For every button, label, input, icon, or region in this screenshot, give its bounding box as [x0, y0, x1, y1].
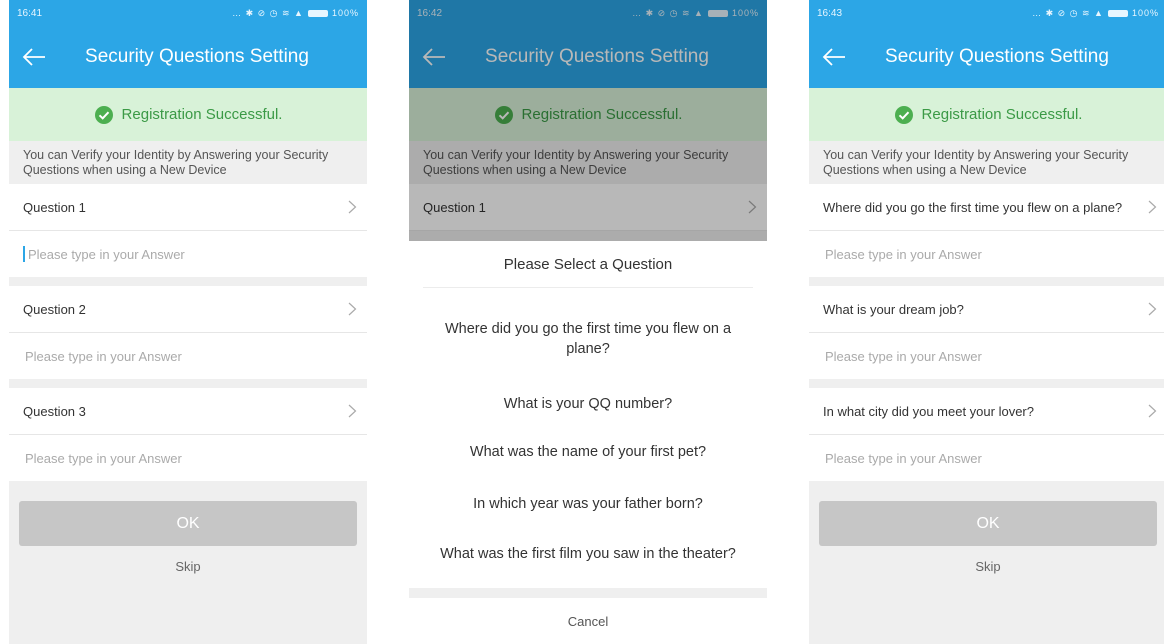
- skip-link[interactable]: Skip: [9, 559, 367, 574]
- chevron-right-icon: [748, 200, 757, 214]
- status-icons: … ✱ ⊘ ◷ ≋ ▲: [232, 7, 304, 18]
- answer-1-field[interactable]: [809, 231, 1164, 277]
- answer-2-field[interactable]: [9, 333, 367, 379]
- question-1-selector[interactable]: Question 1: [409, 184, 767, 231]
- battery-level: 100%: [731, 8, 759, 18]
- answer-2-field[interactable]: [809, 333, 1164, 379]
- question-label: What is your dream job?: [823, 301, 964, 317]
- app-bar: Security Questions Setting: [809, 26, 1164, 88]
- option-father-born[interactable]: In which year was your father born?: [409, 494, 767, 514]
- battery-icon: [1107, 9, 1128, 17]
- question-1-selector[interactable]: Question 1: [9, 184, 367, 231]
- ok-button[interactable]: OK: [19, 501, 357, 546]
- phone-screen-3: 16:43 … ✱ ⊘ ◷ ≋ ▲ 100% Security Question…: [809, 0, 1164, 644]
- battery-icon: [707, 9, 728, 17]
- phone-screen-1: 16:41 … ✱ ⊘ ◷ ≋ ▲ 100% Security Question…: [9, 0, 367, 644]
- chevron-right-icon: [1148, 302, 1157, 316]
- success-banner: Registration Successful.: [9, 88, 367, 141]
- status-bar: 16:41 … ✱ ⊘ ◷ ≋ ▲ 100%: [9, 0, 367, 26]
- question-label: Question 1: [423, 199, 486, 215]
- info-text: You can Verify your Identity by Answerin…: [423, 148, 729, 177]
- skip-link[interactable]: Skip: [809, 559, 1164, 574]
- question-picker-sheet: Please Select a Question Where did you g…: [409, 241, 767, 644]
- answer-1-input[interactable]: [823, 245, 1153, 263]
- page-title: Security Questions Setting: [485, 46, 709, 67]
- chevron-right-icon: [348, 200, 357, 214]
- option-first-film[interactable]: What was the first film you saw in the t…: [409, 544, 767, 564]
- option-qq-number[interactable]: What is your QQ number?: [409, 394, 767, 414]
- ok-button[interactable]: OK: [819, 501, 1157, 546]
- success-banner: Registration Successful.: [809, 88, 1164, 141]
- status-bar: 16:42 … ✱ ⊘ ◷ ≋ ▲ 100%: [409, 0, 767, 26]
- info-text: You can Verify your Identity by Answerin…: [823, 148, 1129, 177]
- text-cursor: [23, 246, 25, 262]
- battery-icon: [307, 9, 328, 17]
- page-title: Security Questions Setting: [885, 46, 1109, 67]
- battery-level: 100%: [331, 8, 359, 18]
- back-arrow-icon[interactable]: [819, 42, 849, 72]
- chevron-right-icon: [348, 302, 357, 316]
- question-1-selector[interactable]: Where did you go the first time you flew…: [809, 184, 1164, 231]
- check-circle-icon: [494, 105, 513, 124]
- status-time: 16:43: [817, 7, 843, 19]
- answer-3-input[interactable]: [23, 449, 353, 467]
- question-label: Question 1: [23, 199, 86, 215]
- answer-2-input[interactable]: [23, 347, 353, 365]
- status-bar: 16:43 … ✱ ⊘ ◷ ≋ ▲ 100%: [809, 0, 1164, 26]
- question-label: Where did you go the first time you flew…: [823, 199, 1123, 215]
- chevron-right-icon: [1148, 200, 1157, 214]
- option-first-pet[interactable]: What was the name of your first pet?: [409, 442, 767, 462]
- success-banner: Registration Successful.: [409, 88, 767, 141]
- phone-screen-2: 16:42 … ✱ ⊘ ◷ ≋ ▲ 100% Security Question…: [409, 0, 767, 644]
- back-arrow-icon[interactable]: [19, 42, 49, 72]
- status-icons: … ✱ ⊘ ◷ ≋ ▲: [1032, 7, 1104, 18]
- answer-2-input[interactable]: [823, 347, 1153, 365]
- question-2-selector[interactable]: Question 2: [9, 286, 367, 333]
- battery-level: 100%: [1131, 8, 1159, 18]
- chevron-right-icon: [1148, 404, 1157, 418]
- success-message: Registration Successful.: [121, 106, 283, 123]
- answer-3-field[interactable]: [809, 435, 1164, 481]
- option-first-flight[interactable]: Where did you go the first time you flew…: [409, 319, 767, 359]
- question-3-selector[interactable]: Question 3: [9, 388, 367, 435]
- question-label: Question 3: [23, 403, 86, 419]
- info-text: You can Verify your Identity by Answerin…: [23, 148, 329, 177]
- chevron-right-icon: [348, 404, 357, 418]
- status-time: 16:41: [17, 7, 43, 19]
- app-bar: Security Questions Setting: [9, 26, 367, 88]
- cancel-button[interactable]: Cancel: [409, 588, 767, 644]
- answer-3-input[interactable]: [823, 449, 1153, 467]
- page-title: Security Questions Setting: [85, 46, 309, 67]
- sheet-title: Please Select a Question: [423, 241, 753, 288]
- status-icons: … ✱ ⊘ ◷ ≋ ▲: [632, 7, 704, 18]
- answer-3-field[interactable]: [9, 435, 367, 481]
- app-bar: Security Questions Setting: [409, 26, 767, 88]
- question-label: In what city did you meet your lover?: [823, 403, 1034, 419]
- success-message: Registration Successful.: [921, 106, 1083, 123]
- status-time: 16:42: [417, 7, 443, 19]
- question-2-selector[interactable]: What is your dream job?: [809, 286, 1164, 333]
- answer-1-field[interactable]: [9, 231, 367, 277]
- question-label: Question 2: [23, 301, 86, 317]
- check-circle-icon: [894, 105, 913, 124]
- success-message: Registration Successful.: [521, 106, 683, 123]
- answer-1-input[interactable]: [25, 245, 353, 263]
- check-circle-icon: [94, 105, 113, 124]
- back-arrow-icon[interactable]: [419, 42, 449, 72]
- question-3-selector[interactable]: In what city did you meet your lover?: [809, 388, 1164, 435]
